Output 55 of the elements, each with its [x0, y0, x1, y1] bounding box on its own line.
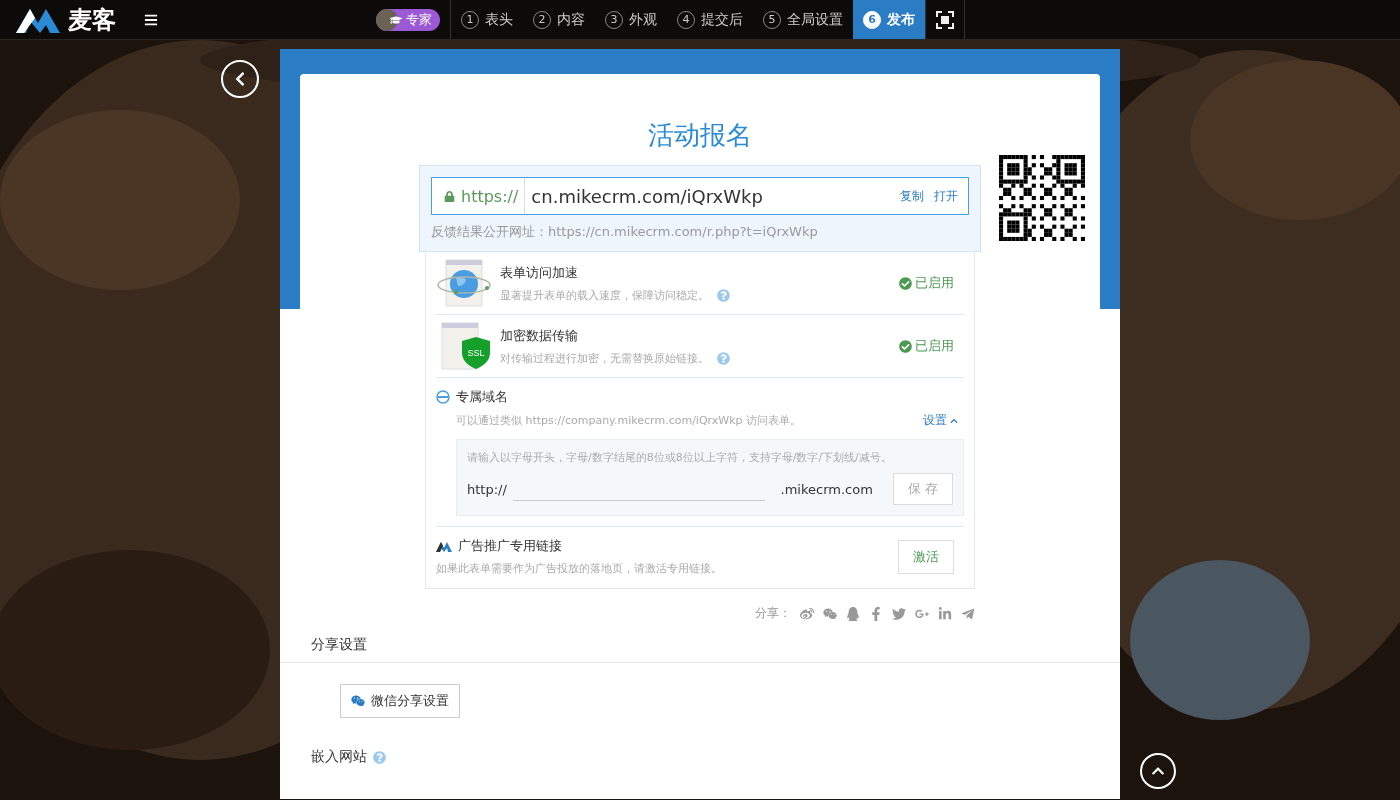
- status-label: 已启用: [899, 274, 964, 292]
- section-heading: 分享设置: [280, 636, 1120, 663]
- feature-description: 可以通过类似 https://company.mikecrm.com/iQrxWkp 访问表单。: [456, 413, 803, 428]
- activate-button[interactable]: 激活: [898, 539, 954, 574]
- logo-text: 麦客: [68, 4, 116, 36]
- feature-title: 加密数据传输: [500, 326, 579, 345]
- fullscreen-icon[interactable]: [936, 10, 954, 29]
- wechat-icon: [351, 694, 365, 708]
- feature-description: 显著提升表单的载入速度，保障访问稳定。: [500, 287, 709, 303]
- scheme-label: https://: [432, 178, 526, 214]
- form-title: 活动报名: [648, 119, 752, 152]
- help-icon[interactable]: [373, 750, 386, 764]
- feature-title: 表单访问加速: [500, 263, 579, 282]
- prefix-label: http://: [467, 481, 507, 497]
- linkedin-icon[interactable]: [938, 606, 952, 621]
- logo-icon: [436, 540, 452, 552]
- step-tab[interactable]: 5 全局设置: [753, 0, 853, 39]
- twitter-icon[interactable]: [892, 606, 906, 621]
- url-field[interactable]: https:// cn.mikecrm.com/iQrxWkp 复制 打开: [431, 177, 969, 215]
- weibo-icon[interactable]: [800, 606, 814, 621]
- url-action-link[interactable]: 复制: [900, 187, 924, 205]
- feature-title: 专属域名: [456, 388, 508, 406]
- suffix-label: .mikecrm.com: [780, 481, 873, 497]
- step-tab[interactable]: 1 表头: [450, 0, 523, 39]
- back-button[interactable]: [221, 60, 259, 98]
- scroll-top-button[interactable]: [1140, 753, 1176, 789]
- step-tab[interactable]: 4 提交后: [667, 0, 753, 39]
- step-tab[interactable]: 3 外观: [595, 0, 667, 39]
- qq-icon[interactable]: [846, 606, 860, 621]
- share-label: 分享：: [755, 605, 791, 622]
- globe-icon: [436, 258, 492, 308]
- graduation-cap-icon: [390, 13, 402, 26]
- check-icon: [899, 276, 912, 290]
- domain-hint: 请输入以字母开头，字母/数字结尾的8位或8位以上字符，支持字母/数字/下划线/减号。: [467, 450, 893, 465]
- status-label: 已启用: [899, 337, 964, 355]
- url-action-link[interactable]: 打开: [934, 187, 958, 205]
- menu-icon[interactable]: [144, 12, 158, 27]
- step-tab[interactable]: 6 发布: [853, 0, 925, 39]
- help-icon[interactable]: [717, 288, 730, 302]
- result-url: 反馈结果公开网址：https://cn.mikecrm.com/r.php?t=iQrxWkp: [431, 223, 819, 241]
- help-icon[interactable]: [717, 351, 730, 365]
- feature-description: 如果此表单需要作为广告投放的落地页，请激活专用链接。: [436, 561, 723, 576]
- expert-toggle[interactable]: 专家: [376, 8, 440, 31]
- url-text: cn.mikecrm.com/iQrxWkp: [530, 185, 764, 207]
- facebook-icon[interactable]: [869, 606, 883, 621]
- section-heading: 嵌入网站: [311, 748, 367, 766]
- lock-icon: [444, 190, 455, 202]
- wechat-icon[interactable]: [823, 606, 837, 621]
- feature-title: 广告推广专用链接: [458, 537, 562, 555]
- wechat-share-button[interactable]: 微信分享设置: [340, 684, 460, 718]
- telegram-icon[interactable]: [961, 606, 975, 621]
- check-icon: [899, 339, 912, 353]
- step-tab[interactable]: 2 内容: [523, 0, 595, 39]
- feature-description: 对传输过程进行加密，无需替换原始链接。: [500, 350, 709, 366]
- caret-icon: [950, 416, 958, 425]
